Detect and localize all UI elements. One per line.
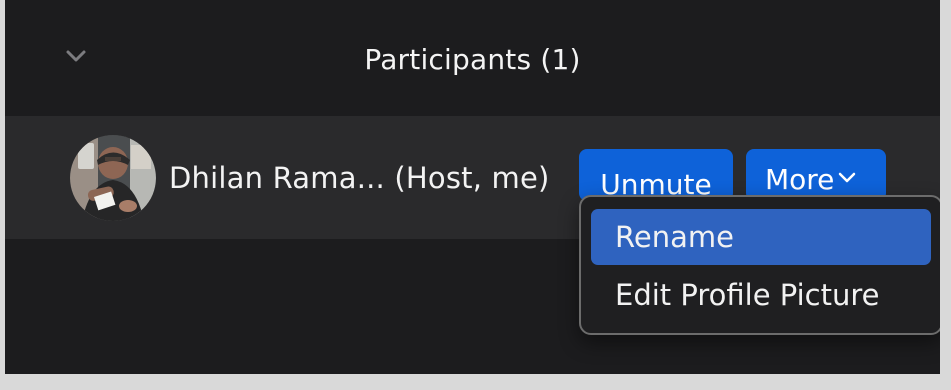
page-title: Participants (1) [364, 43, 581, 76]
user-photo-avatar-icon [70, 135, 156, 221]
menu-item-rename[interactable]: Rename [591, 209, 931, 265]
more-button[interactable]: More [746, 149, 886, 201]
participants-panel: Participants (1) Dhilan Rama... (Host, m… [5, 0, 940, 374]
participant-name: Dhilan Rama... (Host, me) [169, 161, 550, 195]
avatar [70, 135, 156, 221]
chevron-down-icon [839, 172, 856, 183]
participants-header: Participants (1) [5, 0, 940, 116]
unmute-button[interactable]: Unmute [579, 149, 733, 201]
menu-item-edit-profile-picture[interactable]: Edit Profile Picture [591, 267, 931, 323]
more-dropdown-menu: Rename Edit Profile Picture [579, 195, 940, 335]
